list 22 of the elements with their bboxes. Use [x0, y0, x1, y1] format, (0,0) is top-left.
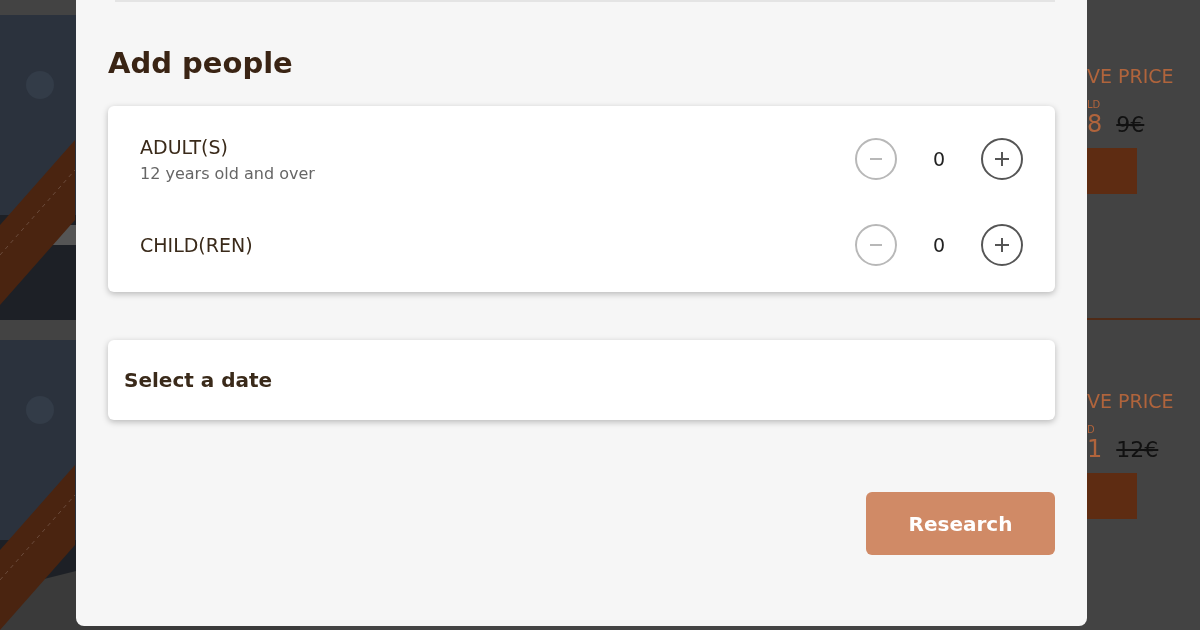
counter-value: 0: [931, 234, 947, 256]
date-field[interactable]: Select a date: [108, 340, 1055, 420]
counter-note: 12 years old and over: [140, 163, 315, 183]
minus-icon: [868, 158, 884, 160]
plus-button[interactable]: [981, 138, 1023, 180]
minus-icon: [868, 244, 884, 246]
book-button[interactable]: [1087, 473, 1137, 519]
counter-label: CHILD(REN): [140, 234, 253, 256]
price: 1: [1087, 435, 1103, 463]
price-label: VE PRICE: [1087, 65, 1175, 87]
research-button[interactable]: Research: [866, 492, 1055, 555]
counter-label: ADULT(S): [140, 135, 229, 158]
plus-button[interactable]: [981, 224, 1023, 266]
counter-value: 0: [931, 148, 947, 170]
price: 8: [1087, 110, 1103, 138]
plus-icon: [993, 150, 1011, 168]
plus-icon: [993, 236, 1011, 254]
book-button[interactable]: [1087, 148, 1137, 194]
price-label: VE PRICE: [1087, 390, 1175, 412]
price-caption: D: [1087, 424, 1096, 435]
dialog-title: Add people: [108, 46, 294, 80]
price-caption: LD: [1087, 99, 1102, 110]
